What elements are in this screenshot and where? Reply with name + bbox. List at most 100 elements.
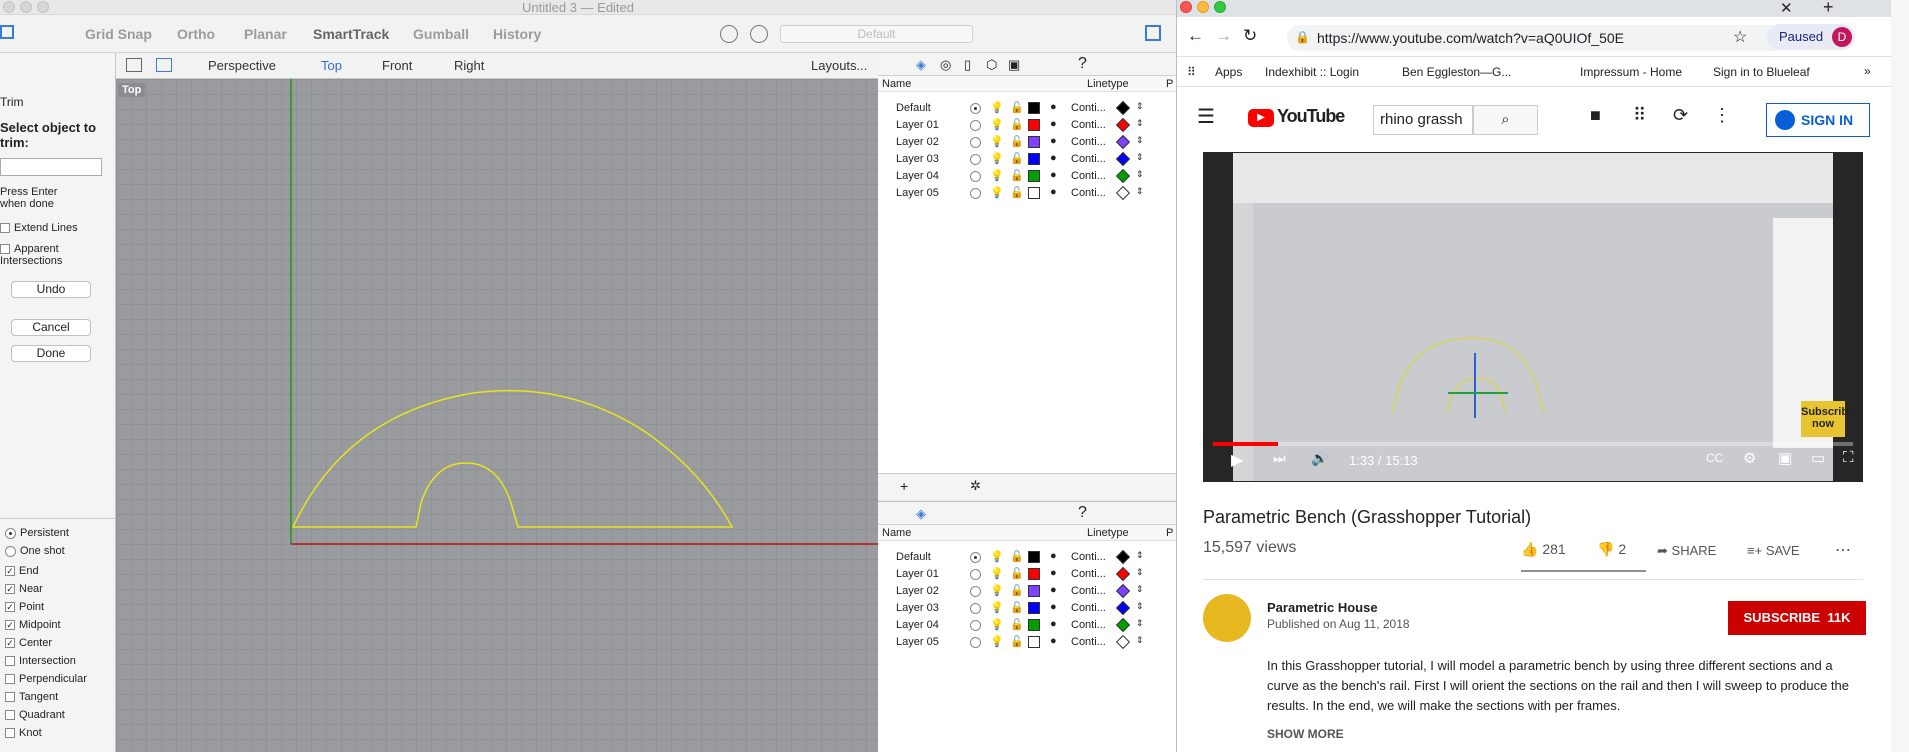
stepper-icon[interactable]: ⇕: [1136, 601, 1144, 612]
visibility-bulb-icon[interactable]: 💡: [990, 186, 1004, 199]
one-shot-radio[interactable]: One shot: [5, 545, 65, 557]
print-color-swatch[interactable]: [1115, 634, 1131, 650]
address-bar[interactable]: https://www.youtube.com/watch?v=aQ0UIOf_…: [1287, 25, 1787, 51]
stepper-icon[interactable]: ⇕: [1136, 135, 1144, 146]
lock-icon[interactable]: 🔓: [1010, 618, 1024, 631]
add-layer-icon[interactable]: +: [900, 478, 908, 494]
more-bookmarks-icon[interactable]: »: [1864, 64, 1871, 78]
layer-color-swatch[interactable]: [1028, 187, 1040, 199]
apps-grid-icon[interactable]: ⠿: [1633, 105, 1646, 126]
stepper-icon[interactable]: ⇕: [1136, 169, 1144, 180]
layer-row[interactable]: Layer 01 💡 🔓 ● Conti... ⇕: [878, 117, 1176, 134]
material-icon[interactable]: ●: [1050, 618, 1057, 630]
properties-icon[interactable]: ◎: [940, 57, 951, 73]
layer-row[interactable]: Layer 05 💡 🔓 ● Conti... ⇕: [878, 634, 1176, 651]
layer-color-swatch[interactable]: [1028, 136, 1040, 148]
print-color-swatch[interactable]: [1115, 100, 1131, 116]
tab-top[interactable]: Top: [321, 58, 342, 73]
current-layer-radio[interactable]: [970, 188, 981, 199]
more-icon[interactable]: ⋮: [1713, 105, 1731, 126]
print-color-swatch[interactable]: [1115, 151, 1131, 167]
layer-row[interactable]: Layer 03 💡 🔓 ● Conti... ⇕: [878, 151, 1176, 168]
zoom-button[interactable]: [37, 1, 49, 13]
current-layer-radio[interactable]: [970, 552, 981, 563]
stepper-icon[interactable]: ⇕: [1136, 550, 1144, 561]
bookmark-apps[interactable]: Apps: [1215, 65, 1242, 79]
ortho-toggle[interactable]: Ortho: [177, 26, 215, 42]
lock-icon[interactable]: 🔓: [1010, 635, 1024, 648]
layers-icon[interactable]: ◈: [916, 506, 926, 522]
material-icon[interactable]: ●: [1050, 635, 1057, 647]
more-actions-icon[interactable]: ⋯: [1835, 540, 1851, 560]
visibility-bulb-icon[interactable]: 💡: [990, 567, 1004, 580]
panel-toggle-icon[interactable]: [0, 25, 14, 39]
youtube-logo-icon[interactable]: ▶: [1248, 109, 1274, 127]
planar-toggle[interactable]: Planar: [244, 26, 287, 42]
layer-color-swatch[interactable]: [1028, 619, 1040, 631]
linetype-value[interactable]: Conti...: [1071, 602, 1106, 614]
material-icon[interactable]: ●: [1050, 601, 1057, 613]
back-icon[interactable]: ←: [1187, 26, 1204, 46]
layer-color-swatch[interactable]: [1028, 551, 1040, 563]
layer-color-swatch[interactable]: [1028, 568, 1040, 580]
minimize-button[interactable]: [20, 1, 32, 13]
lock-icon[interactable]: 🔓: [1010, 152, 1024, 165]
right-panel-toggle-icon[interactable]: [1145, 25, 1161, 41]
lock-icon[interactable]: 🔓: [1010, 118, 1024, 131]
close-button[interactable]: [3, 1, 15, 13]
lock-icon[interactable]: 🔓: [1010, 601, 1024, 614]
current-layer-radio[interactable]: [970, 171, 981, 182]
single-view-icon[interactable]: [156, 58, 172, 72]
linetype-value[interactable]: Conti...: [1071, 568, 1106, 580]
linetype-value[interactable]: Conti...: [1071, 153, 1106, 165]
current-layer-radio[interactable]: [970, 586, 981, 597]
print-color-swatch[interactable]: [1115, 600, 1131, 616]
osnap-end[interactable]: ✓ End: [5, 565, 87, 583]
channel-avatar[interactable]: [1203, 594, 1251, 642]
visibility-bulb-icon[interactable]: 💡: [990, 618, 1004, 631]
layers-icon[interactable]: ◈: [916, 57, 926, 73]
layer-color-swatch[interactable]: [1028, 102, 1040, 114]
next-icon[interactable]: ⏭: [1273, 450, 1286, 467]
lock-icon[interactable]: 🔓: [1010, 567, 1024, 580]
material-icon[interactable]: ●: [1050, 186, 1057, 198]
linetype-value[interactable]: Conti...: [1071, 187, 1106, 199]
osnap-quadrant[interactable]: Quadrant: [5, 709, 87, 727]
linetype-value[interactable]: Conti...: [1071, 585, 1106, 597]
tab-front[interactable]: Front: [382, 58, 412, 73]
apparent-intersections-option[interactable]: Apparent Intersections: [0, 243, 100, 267]
osnap-intersection[interactable]: Intersection: [5, 655, 87, 673]
visibility-bulb-icon[interactable]: 💡: [990, 135, 1004, 148]
lock-icon[interactable]: 🔓: [1010, 169, 1024, 182]
layer-row[interactable]: Layer 01 💡 🔓 ● Conti... ⇕: [878, 566, 1176, 583]
layer-row[interactable]: Layer 02 💡 🔓 ● Conti... ⇕: [878, 134, 1176, 151]
osnap-tangent[interactable]: Tangent: [5, 691, 87, 709]
stepper-icon[interactable]: ⇕: [1136, 584, 1144, 595]
extend-lines-option[interactable]: Extend Lines: [0, 222, 78, 234]
current-layer-radio[interactable]: [970, 637, 981, 648]
settings-icon[interactable]: ✲: [970, 478, 981, 494]
bookmark-star-icon[interactable]: ☆: [1733, 27, 1747, 47]
captions-icon[interactable]: CC: [1706, 451, 1723, 465]
bookmark-ben-eggleston[interactable]: Ben Eggleston—G...: [1402, 65, 1511, 79]
search-button[interactable]: ⌕: [1473, 105, 1538, 135]
lock-icon[interactable]: 🔓: [1010, 550, 1024, 563]
block-icon[interactable]: ⬡: [986, 57, 997, 73]
material-icon[interactable]: ●: [1050, 169, 1057, 181]
current-layer-radio[interactable]: [970, 103, 981, 114]
menu-icon[interactable]: ☰: [1197, 104, 1215, 129]
visibility-bulb-icon[interactable]: 💡: [990, 169, 1004, 182]
camera-icon[interactable]: ▣: [1008, 57, 1020, 73]
current-layer-radio[interactable]: [970, 620, 981, 631]
record-history-icon[interactable]: [720, 25, 738, 43]
print-color-swatch[interactable]: [1115, 583, 1131, 599]
messages-icon[interactable]: ⟳: [1673, 105, 1688, 126]
help-icon[interactable]: ?: [1078, 504, 1087, 522]
apps-icon[interactable]: ⠿: [1187, 65, 1196, 79]
done-button[interactable]: Done: [11, 345, 91, 362]
target-icon[interactable]: [750, 25, 768, 43]
layer-row[interactable]: Layer 04 💡 🔓 ● Conti... ⇕: [878, 168, 1176, 185]
current-layer-radio[interactable]: [970, 603, 981, 614]
undo-button[interactable]: Undo: [11, 281, 91, 298]
print-color-swatch[interactable]: [1115, 566, 1131, 582]
